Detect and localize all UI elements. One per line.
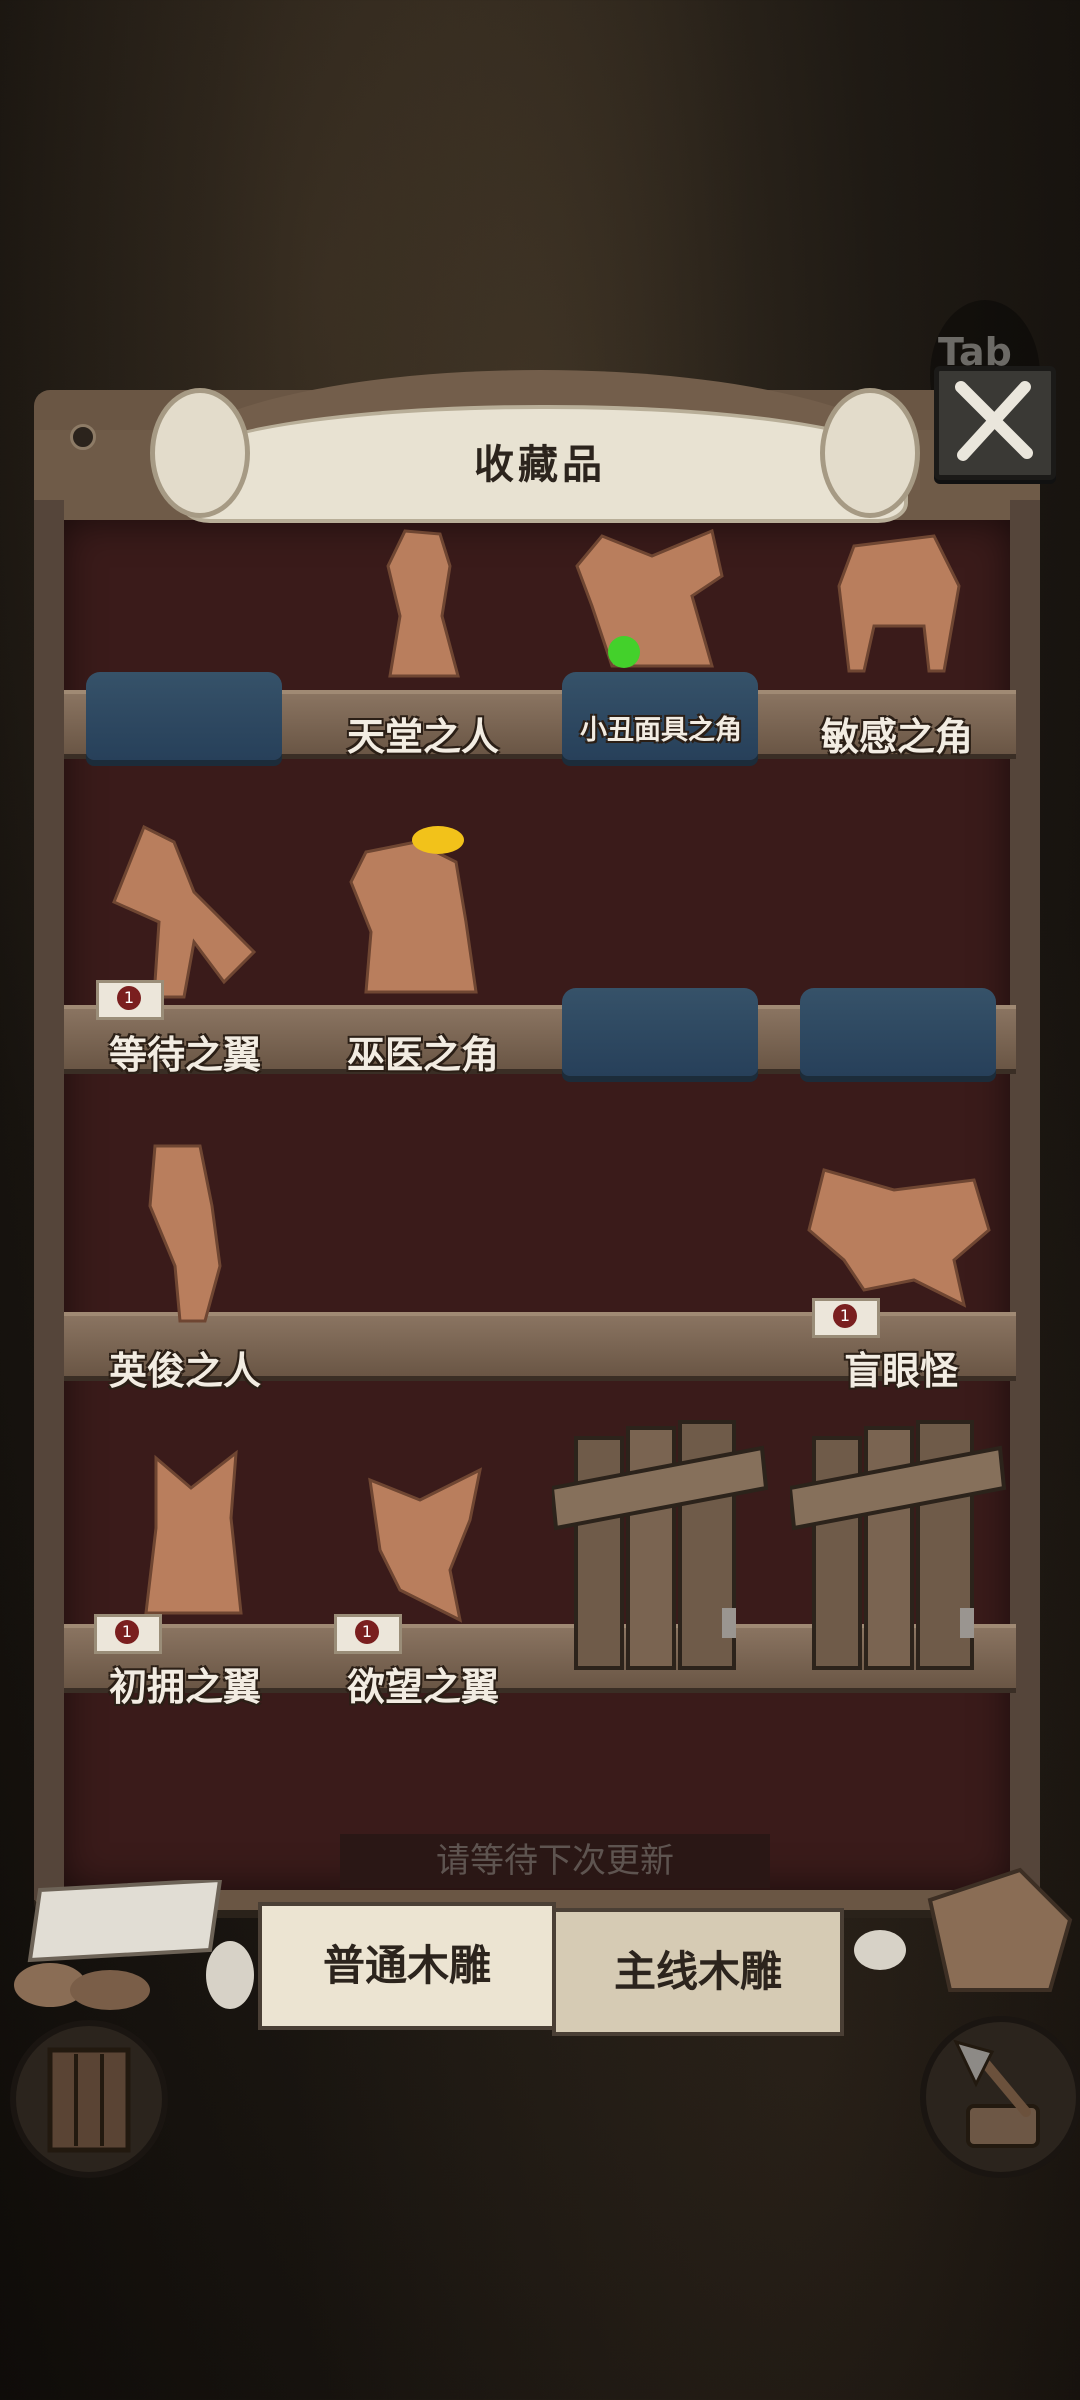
count-badge: 1: [96, 980, 164, 1020]
figure-witch-doctor-horn[interactable]: [346, 822, 486, 1002]
slot-label: 盲眼怪: [843, 1348, 958, 1393]
update-notice: 请等待下次更新: [340, 1834, 770, 1888]
cabinet-post-left: [34, 500, 64, 1900]
bolt: [70, 424, 96, 450]
empty-slot-cloth: [562, 988, 758, 1076]
figure-blind-monster[interactable]: [804, 1140, 994, 1310]
figure-handsome-man[interactable]: [140, 1136, 230, 1326]
door-icon: [47, 2047, 131, 2153]
slot-label: 欲望之翼: [346, 1664, 499, 1709]
locked-slot-boards: [790, 1420, 1007, 1670]
figure-desire-wing[interactable]: [360, 1460, 490, 1630]
slot-label: 巫医之角: [346, 1032, 499, 1077]
page-title: 收藏品: [474, 441, 606, 488]
locked-slot-boards: [552, 1420, 769, 1670]
count-badge: 1: [334, 1614, 402, 1654]
figure-waiting-wing[interactable]: [104, 822, 264, 1002]
tab-main-carving[interactable]: 主线木雕: [552, 1908, 844, 2036]
slot-label: 天堂之人: [346, 714, 499, 759]
figure-first-embrace-wing[interactable]: [136, 1448, 246, 1618]
chop-wood-button[interactable]: [920, 2016, 1080, 2178]
rocks-decoration: [854, 1867, 1073, 1992]
scroll-left: [150, 388, 250, 518]
count-badge: 1: [812, 1298, 880, 1338]
figure-clown-mask-horn[interactable]: [572, 526, 742, 676]
tab-normal-carving[interactable]: 普通木雕: [258, 1902, 556, 2030]
figure-heaven-man[interactable]: [370, 526, 470, 686]
slot-label: 敏感之角: [820, 714, 973, 759]
empty-slot-cloth: [800, 988, 996, 1076]
close-button[interactable]: [934, 366, 1056, 480]
count-badge: 1: [94, 1614, 162, 1654]
figure-sensitive-horn[interactable]: [834, 526, 964, 676]
scroll-right: [820, 388, 920, 518]
slot-label: 等待之翼: [108, 1032, 261, 1077]
empty-slot-cloth: [86, 672, 282, 760]
door-button[interactable]: [10, 2020, 168, 2178]
axe-icon: [953, 2039, 1040, 2148]
slot-label: 小丑面具之角: [580, 715, 742, 746]
slot-label: 初拥之翼: [108, 1664, 261, 1709]
rocks-decoration: [14, 1880, 254, 2010]
close-icon: [955, 381, 1033, 461]
slot-label: 英俊之人: [108, 1348, 261, 1393]
